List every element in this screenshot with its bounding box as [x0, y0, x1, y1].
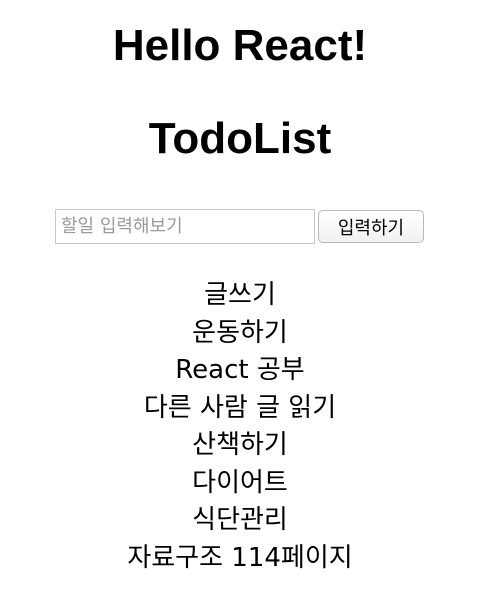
todo-item: 산책하기	[192, 430, 288, 460]
todo-item: 다이어트	[192, 467, 288, 498]
todo-list: 글쓰기 운동하기 React 공부 다른 사람 글 읽기 산책하기 다이어트 식…	[0, 277, 480, 577]
hello-heading: Hello React!	[112, 21, 368, 70]
page-title: TodoList	[148, 114, 332, 163]
add-todo-form: 입력하기	[55, 208, 424, 245]
todo-input[interactable]	[55, 209, 315, 244]
todo-item: 운동하기	[192, 317, 288, 348]
add-todo-button[interactable]: 입력하기	[318, 210, 424, 243]
todo-item: 글쓰기	[204, 280, 276, 310]
todo-item: 다른 사람 글 읽기	[143, 392, 337, 423]
todo-item: React 공부	[175, 355, 305, 385]
todo-item: 자료구조 114페이지	[127, 542, 353, 573]
todo-item: 식단관리	[192, 505, 288, 535]
